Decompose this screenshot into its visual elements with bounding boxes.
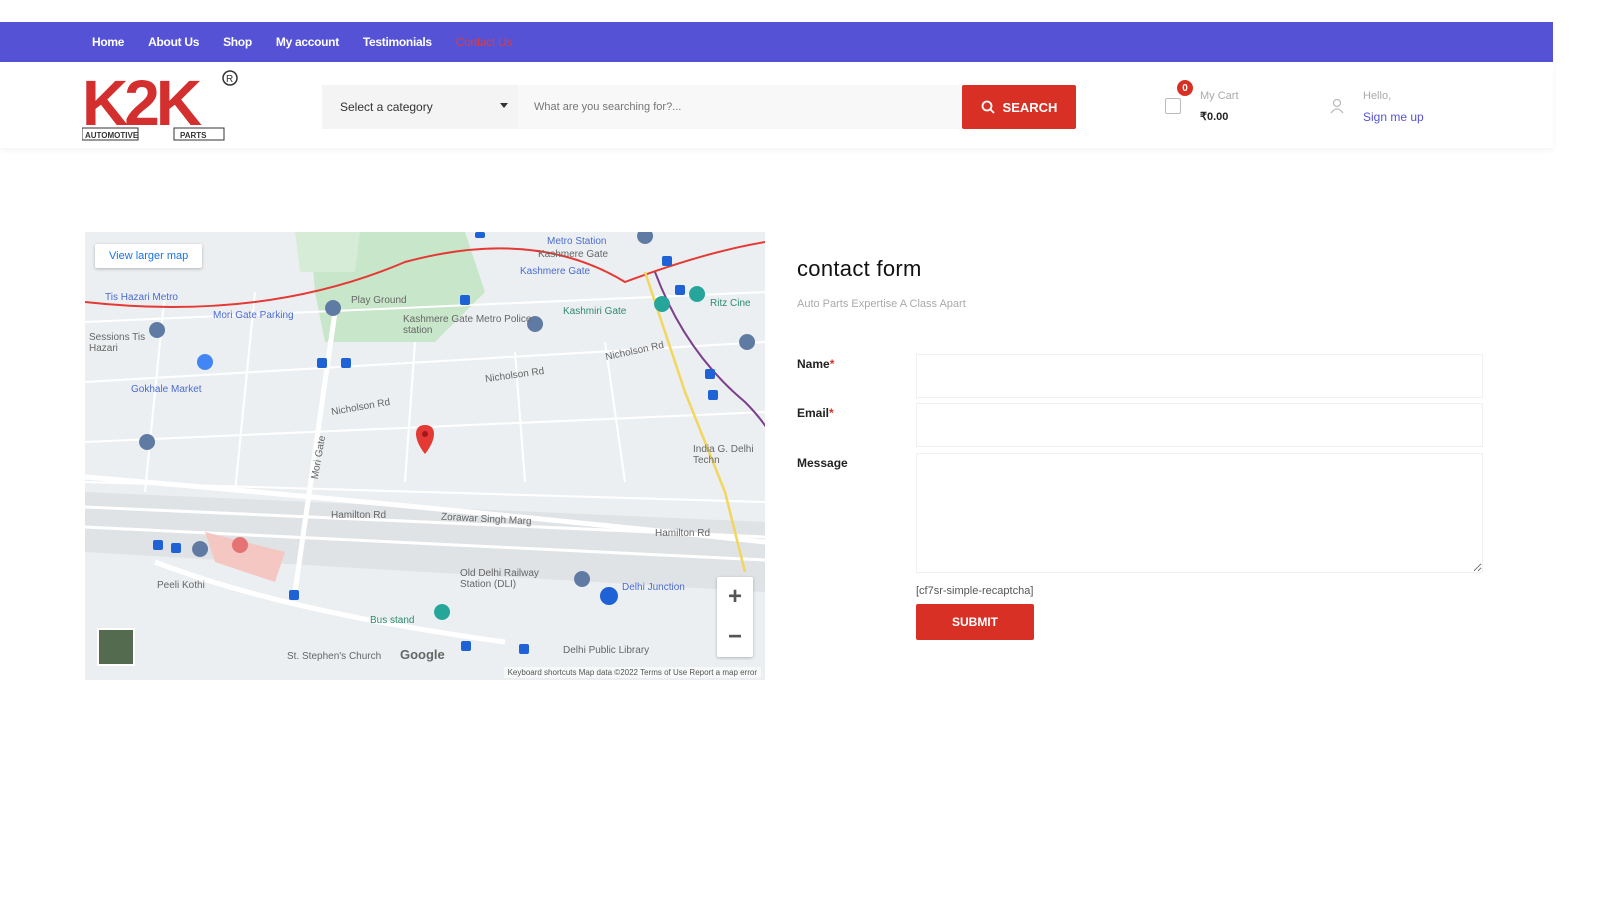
cart-total: ₹0.00 — [1200, 111, 1229, 123]
user-icon — [1330, 98, 1344, 114]
submit-button[interactable]: SUBMIT — [916, 604, 1034, 640]
contact-header: contact form Auto Parts Expertise A Clas… — [797, 256, 1497, 310]
email-field[interactable] — [916, 403, 1483, 447]
name-field[interactable] — [916, 354, 1483, 398]
shopping-bag-icon — [1165, 98, 1181, 114]
map-label: Delhi Public Library — [563, 645, 650, 656]
map-label: St. Stephen's Church — [287, 651, 382, 662]
view-larger-map-link[interactable]: View larger map — [95, 244, 203, 268]
map-label: Hamilton Rd — [655, 528, 711, 539]
map-canvas — [85, 232, 765, 680]
map-label: Peeli Kothi — [157, 580, 205, 591]
map-label: Metro Station — [547, 236, 607, 247]
map-attribution[interactable]: Keyboard shortcuts Map data ©2022 Terms … — [503, 667, 761, 678]
message-label: Message — [797, 456, 848, 470]
account-greeting: Hello, — [1363, 90, 1392, 102]
mini-cart[interactable]: 0 My Cart ₹0.00 — [1163, 80, 1283, 130]
name-label: Name* — [797, 357, 835, 371]
svg-text:R: R — [226, 74, 233, 85]
map-label: Play Ground — [351, 295, 407, 306]
logo-sub-left: AUTOMOTIVE — [85, 131, 139, 140]
chevron-down-icon — [500, 103, 508, 108]
google-map[interactable]: Metro Station Kashmere Gate Kashmere Gat… — [85, 232, 765, 680]
search-button-label: SEARCH — [1002, 99, 1058, 115]
map-label: India G. Delhi Techn — [693, 444, 754, 466]
category-select-value: Select a category — [340, 100, 433, 114]
logo-sub-right: PARTS — [180, 131, 207, 140]
map-label: Sessions Tis Hazari — [89, 332, 146, 354]
zoom-in-button[interactable]: + — [717, 577, 753, 617]
contact-title: contact form — [797, 256, 922, 281]
search-button[interactable]: SEARCH — [962, 85, 1076, 129]
category-select[interactable]: Select a category — [322, 85, 518, 129]
map-label: Ritz Cine — [710, 298, 751, 309]
zoom-control: + − — [717, 577, 753, 657]
map-label: Tis Hazari Metro — [105, 292, 178, 303]
cart-label: My Cart — [1200, 90, 1239, 102]
map-label: Kashmiri Gate — [563, 306, 627, 317]
nav-menu: Home About Us Shop My account Testimonia… — [0, 22, 1553, 62]
search-input[interactable] — [518, 85, 962, 129]
nav-item-my-account[interactable]: My account — [276, 35, 339, 49]
account-widget: Hello, Sign me up — [1328, 80, 1468, 130]
map-label: Kashmere Gate — [520, 266, 591, 277]
map-label: Bus stand — [370, 615, 415, 626]
email-label: Email* — [797, 406, 834, 420]
contact-subtitle: Auto Parts Expertise A Class Apart — [797, 298, 966, 310]
zoom-out-button[interactable]: − — [717, 617, 753, 657]
top-nav: Home About Us Shop My account Testimonia… — [0, 22, 1553, 62]
captcha-shortcode: [cf7sr-simple-recaptcha] — [916, 585, 1034, 597]
map-label: Hamilton Rd — [331, 510, 387, 521]
site-logo[interactable]: K2K R AUTOMOTIVE PARTS — [82, 70, 242, 146]
map-label: Kashmere Gate Metro Police station — [403, 314, 532, 336]
nav-item-home[interactable]: Home — [92, 35, 124, 49]
nav-item-contact[interactable]: Contact Us — [456, 35, 513, 49]
search-icon — [981, 100, 995, 114]
cart-count-badge: 0 — [1177, 80, 1193, 96]
nav-item-about[interactable]: About Us — [148, 35, 199, 49]
map-label: Delhi Junction — [622, 582, 685, 593]
map-label: Gokhale Market — [131, 384, 202, 395]
satellite-toggle[interactable] — [97, 628, 135, 666]
sign-up-link[interactable]: Sign me up — [1363, 110, 1424, 124]
message-field[interactable] — [916, 453, 1483, 573]
map-label: Kashmere Gate — [538, 249, 609, 260]
map-label: Mori Gate Parking — [213, 310, 294, 321]
site-header: K2K R AUTOMOTIVE PARTS Select a category… — [0, 62, 1553, 148]
nav-item-shop[interactable]: Shop — [223, 35, 252, 49]
nav-item-testimonials[interactable]: Testimonials — [363, 35, 432, 49]
map-label: Old Delhi Railway Station (DLI) — [460, 568, 539, 590]
google-logo: Google — [400, 647, 445, 662]
